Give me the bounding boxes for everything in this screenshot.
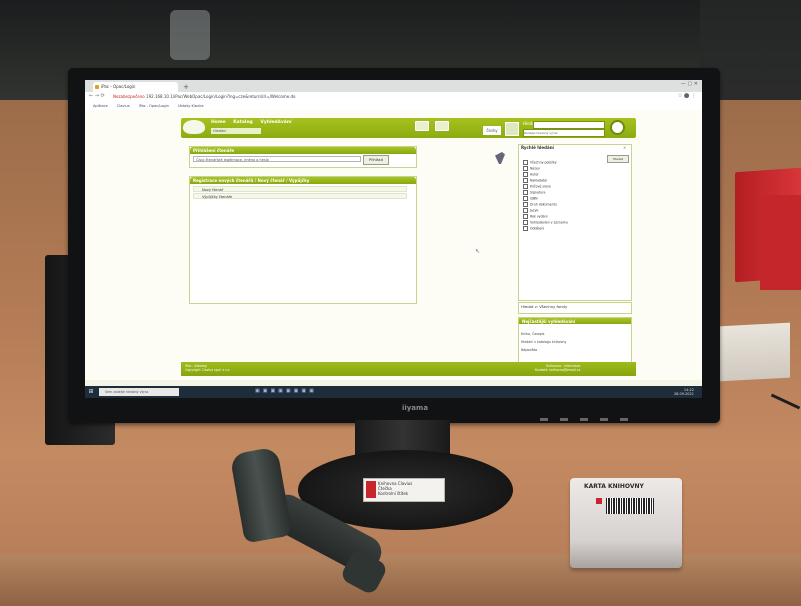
card-title: KARTA KNIHOVNY xyxy=(584,483,644,490)
navigation-buttons[interactable]: ← → ⟳ xyxy=(89,93,105,99)
side-option[interactable]: Jazyk xyxy=(523,208,538,213)
side-option[interactable]: Klíčové slovo xyxy=(523,184,551,189)
footer-line: Kontakt: knihovna@email.cz xyxy=(535,368,581,372)
quick-search-title: Rychlé hledání xyxy=(521,145,554,150)
list-item[interactable]: Nový čtenář xyxy=(193,186,407,192)
frequent-search-title: Nejčastější vyhledávání xyxy=(519,318,631,324)
language-select[interactable]: česky xyxy=(483,126,501,135)
nav-item[interactable]: Home xyxy=(211,120,226,125)
side-option[interactable]: Název xyxy=(523,166,540,171)
side-option[interactable]: ISBN xyxy=(523,196,538,201)
side-option[interactable]: Druh dokumentu xyxy=(523,202,557,207)
red-book-spine xyxy=(760,195,801,290)
login-panel-title: Přihlášení čtenáře xyxy=(190,147,416,154)
search-go-icon[interactable] xyxy=(610,120,625,135)
security-warning: Nezabezpečeno xyxy=(113,94,145,99)
header-button[interactable] xyxy=(435,121,449,131)
frequent-search-line: Hledání v katalogu knihovny xyxy=(521,340,567,344)
side-option[interactable]: Oddělení xyxy=(523,226,544,231)
frequent-search-line: Nápověda xyxy=(521,348,538,352)
new-tab-button[interactable]: + xyxy=(182,83,190,91)
monitor-buttons[interactable] xyxy=(540,406,690,421)
stand-label: Knihovna Clavius Čtečka Kontrolní štítek xyxy=(363,478,445,502)
window-controls[interactable]: — ▢ ✕ xyxy=(658,81,698,90)
start-icon[interactable]: ⊞ xyxy=(87,388,95,396)
side-option[interactable]: Všechny položky xyxy=(523,160,557,165)
bookmark-item[interactable]: Ukázky Klavíra xyxy=(178,104,204,108)
search-select[interactable] xyxy=(533,121,605,129)
site-nav: Home Katalog Vyhledávání xyxy=(211,120,298,125)
stand-label-logo xyxy=(366,481,376,498)
side-option[interactable]: Vyhledávání v záznamu xyxy=(523,220,568,225)
frequent-search-line: Kniha, Časopis xyxy=(521,332,545,336)
bookmark-item[interactable]: iPac - Opac/Login xyxy=(139,104,169,108)
nav-item[interactable]: Katalog xyxy=(233,120,253,125)
barcode xyxy=(606,498,654,514)
stand-label-line: Kontrolní štítek xyxy=(378,491,409,496)
taskbar-search[interactable]: Sem zadejte hledaný výraz xyxy=(99,388,179,396)
nav-item[interactable]: Vyhledávání xyxy=(260,120,291,125)
search-input[interactable]: Zadejte hledaný výraz xyxy=(523,129,605,137)
list-item[interactable]: Výpůjčky čtenáře xyxy=(193,193,407,199)
library-card-stack: KARTA KNIHOVNY xyxy=(570,478,682,568)
browser-tab[interactable]: iPac - Opac/Login xyxy=(93,82,178,92)
side-option[interactable]: Autor xyxy=(523,172,539,177)
subnav-tab[interactable]: Hledání xyxy=(211,128,261,134)
login-button[interactable]: Přihlásit xyxy=(363,155,389,165)
taskbar-app-icons[interactable]: ▣▣▣▣▣▣▣▣ xyxy=(255,388,317,394)
extensions-icons[interactable]: ☆ ⬤ ⋮ xyxy=(678,93,696,99)
card-logo xyxy=(596,498,602,504)
monitor-screen: iPac - Opac/Login + — ▢ ✕ ← → ⟳ Nezabezp… xyxy=(85,80,702,398)
side-option[interactable]: Rok vydání xyxy=(523,214,548,219)
monitor-brand-logo: iiyama xyxy=(401,404,429,412)
close-icon[interactable]: × xyxy=(623,145,626,150)
bookmark-item[interactable]: Aplikace xyxy=(93,104,108,108)
footer-right: Knihovna - informace Kontakt: knihovna@e… xyxy=(535,364,580,372)
tab-title: iPac - Opac/Login xyxy=(101,84,136,89)
quick-search-button[interactable]: Hledat xyxy=(607,155,629,163)
registration-panel-title: Registrace nových čtenářů / Nový čtenář … xyxy=(190,177,416,184)
side-option[interactable]: Signatura xyxy=(523,190,545,195)
glass-bottle xyxy=(170,10,210,60)
search-scope-label: Hledat v: Všechny fondy xyxy=(521,304,568,309)
header-button[interactable] xyxy=(415,121,429,131)
bookmark-item[interactable]: Clavius xyxy=(117,104,130,108)
user-icon[interactable] xyxy=(505,122,519,136)
url-text: 192.168.10.1/iPac/WebOpac/Login/Login?ln… xyxy=(146,94,296,99)
tray-date: 28.09.2021 xyxy=(673,392,694,396)
footer-line: Copyright Clavius spol. s r.o. xyxy=(185,368,231,372)
system-tray[interactable]: 14:22 28.09.2021 xyxy=(674,388,694,396)
footer-left: iPac - Katalog Copyright Clavius spol. s… xyxy=(185,364,230,372)
favicon-icon xyxy=(95,85,99,89)
site-logo[interactable] xyxy=(183,120,205,134)
mouse-cursor-icon: ↖ xyxy=(475,248,481,255)
reader-login-input[interactable]: Číslo čtenářské legitimace, jméno a hesl… xyxy=(193,156,361,162)
side-option[interactable]: Nakladatel xyxy=(523,178,547,183)
url-field[interactable]: Nezabezpečeno 192.168.10.1/iPac/WebOpac/… xyxy=(113,93,493,101)
